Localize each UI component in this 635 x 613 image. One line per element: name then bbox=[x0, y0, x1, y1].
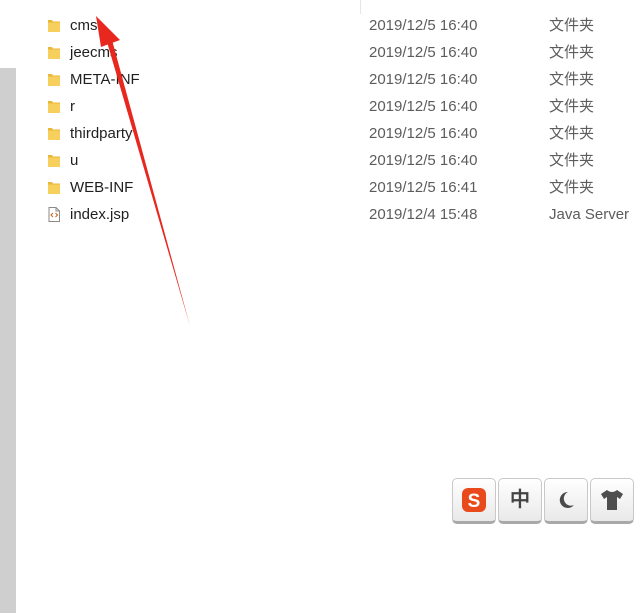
file-type: 文件夹 bbox=[549, 125, 595, 142]
file-type: 文件夹 bbox=[549, 152, 595, 169]
chinese-mode-button[interactable]: 中 bbox=[498, 478, 542, 524]
skin-shirt-icon bbox=[601, 490, 623, 510]
file-name: cms bbox=[70, 17, 98, 34]
file-type: 文件夹 bbox=[549, 179, 595, 196]
file-list: cms 2019/12/5 16:40 文件夹 jeecms 2019/12/5… bbox=[0, 12, 635, 228]
svg-text:S: S bbox=[468, 491, 481, 512]
folder-icon bbox=[48, 155, 60, 167]
sogou-logo-icon: S bbox=[462, 488, 486, 512]
ime-toolbar: S 中 bbox=[452, 478, 635, 526]
chinese-mode-icon: 中 bbox=[510, 489, 530, 511]
list-item-r[interactable]: r 2019/12/5 16:40 文件夹 bbox=[0, 93, 635, 120]
folder-icon bbox=[48, 101, 60, 113]
file-name: jeecms bbox=[70, 44, 118, 61]
jsp-file-icon bbox=[48, 207, 60, 222]
folder-icon bbox=[48, 128, 60, 140]
file-name: META-INF bbox=[70, 71, 140, 88]
file-date: 2019/12/5 16:41 bbox=[369, 179, 478, 196]
file-type: 文件夹 bbox=[549, 44, 595, 61]
folder-icon bbox=[48, 47, 60, 59]
file-date: 2019/12/5 16:40 bbox=[369, 71, 478, 88]
file-date: 2019/12/5 16:40 bbox=[369, 44, 478, 61]
list-item-u[interactable]: u 2019/12/5 16:40 文件夹 bbox=[0, 147, 635, 174]
file-type: 文件夹 bbox=[549, 17, 595, 34]
file-date: 2019/12/5 16:40 bbox=[369, 125, 478, 142]
file-date: 2019/12/5 16:40 bbox=[369, 152, 478, 169]
list-item-thirdparty[interactable]: thirdparty 2019/12/5 16:40 文件夹 bbox=[0, 120, 635, 147]
list-item-meta-inf[interactable]: META-INF 2019/12/5 16:40 文件夹 bbox=[0, 66, 635, 93]
file-name: u bbox=[70, 152, 79, 169]
file-type: 文件夹 bbox=[549, 98, 595, 115]
skin-button[interactable] bbox=[590, 478, 634, 524]
file-name: WEB-INF bbox=[70, 179, 134, 196]
file-type: 文件夹 bbox=[549, 71, 595, 88]
file-date: 2019/12/5 16:40 bbox=[369, 17, 478, 34]
night-mode-button[interactable] bbox=[544, 478, 588, 524]
file-name: r bbox=[70, 98, 75, 115]
file-type: Java Server bbox=[549, 206, 630, 223]
file-name: index.jsp bbox=[70, 206, 130, 223]
list-item-web-inf[interactable]: WEB-INF 2019/12/5 16:41 文件夹 bbox=[0, 174, 635, 201]
folder-icon bbox=[48, 182, 60, 194]
folder-icon bbox=[48, 74, 60, 86]
folder-icon bbox=[48, 20, 60, 32]
file-date: 2019/12/4 15:48 bbox=[369, 206, 478, 223]
sogou-logo-button[interactable]: S bbox=[452, 478, 496, 524]
file-name: thirdparty bbox=[70, 125, 133, 142]
moon-icon bbox=[559, 491, 574, 508]
list-item-index-jsp[interactable]: index.jsp 2019/12/4 15:48 Java Server bbox=[0, 201, 635, 228]
list-item-jeecms[interactable]: jeecms 2019/12/5 16:40 文件夹 bbox=[0, 39, 635, 66]
list-item-cms[interactable]: cms 2019/12/5 16:40 文件夹 bbox=[0, 12, 635, 39]
file-date: 2019/12/5 16:40 bbox=[369, 98, 478, 115]
